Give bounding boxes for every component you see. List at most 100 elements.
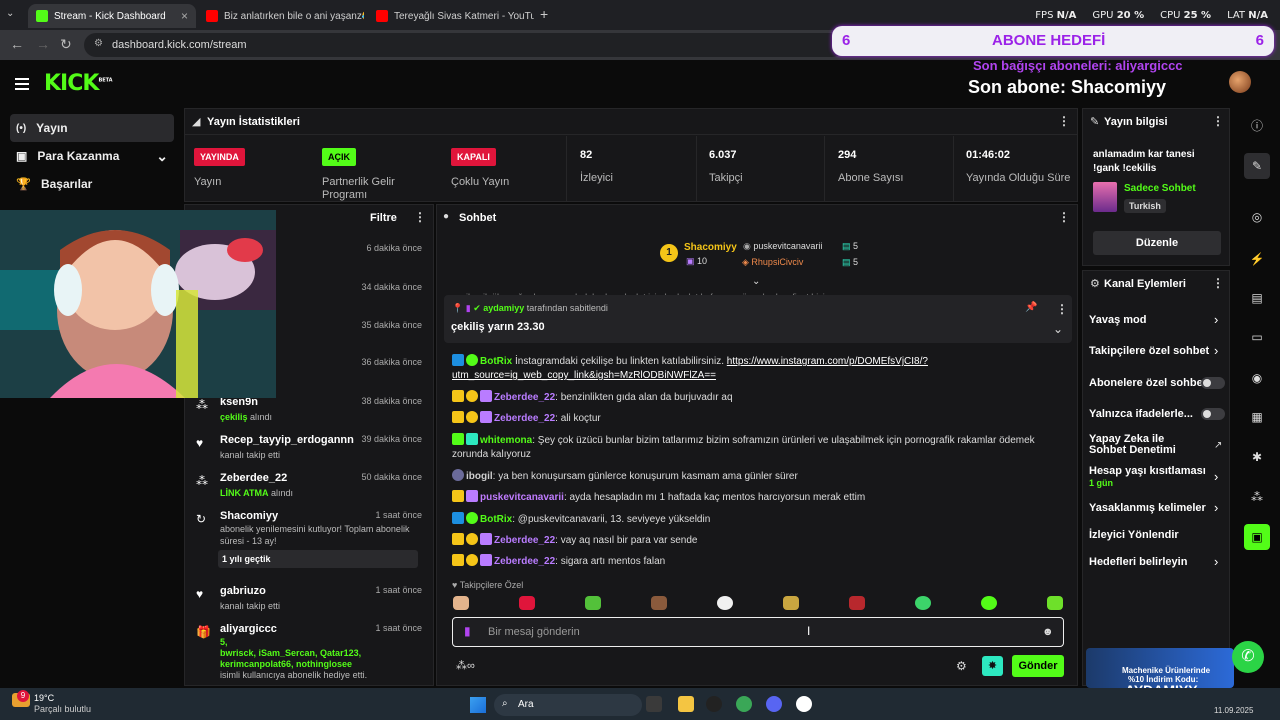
edit-icon[interactable]: ✎ [1244,153,1270,179]
sub-badge-icon [480,411,492,423]
reload-icon[interactable]: ↻ [60,36,72,53]
new-tab-button[interactable]: + [540,6,548,22]
subscriber-goal-bar: 6 ABONE HEDEFİ 6 [832,26,1274,56]
close-icon[interactable]: × [181,9,188,23]
points-icon[interactable]: ⁂ [1244,484,1270,510]
leader-count: ▤ 5 [842,257,859,267]
address-bar[interactable]: dashboard.kick.com/stream [84,33,844,57]
edit-info-button[interactable]: Düzenle [1093,231,1221,255]
emote-icon[interactable] [783,596,799,610]
giveaway-icon: ⁂ [196,474,208,488]
file-explorer-icon[interactable] [678,696,694,712]
emote-icon[interactable] [651,596,667,610]
taskbar-search[interactable] [494,694,642,716]
chevron-down-icon[interactable]: ⌄ [1053,322,1063,336]
emote-icon[interactable] [453,596,469,610]
predictions-icon[interactable]: ✸ [982,656,1003,676]
stat-label: Abone Sayısı [838,172,904,184]
info-icon[interactable]: ⓘ [1244,113,1270,139]
external-link-icon[interactable]: ↗ [1214,440,1222,451]
settings-icon[interactable]: ⚙ [956,659,967,673]
set-goals-item[interactable]: Hedefleri belirleyin [1089,556,1187,568]
chevron-right-icon[interactable]: › [1214,343,1218,358]
emote-icon[interactable] [849,596,865,610]
chevron-right-icon[interactable]: › [1214,469,1218,484]
leader-name[interactable]: RhupsiCivciv [751,257,803,267]
avatar[interactable] [1229,71,1251,93]
leader-name[interactable]: Shacomiyy [684,242,737,253]
slow-mode-item[interactable]: Yavaş mod [1089,314,1146,326]
send-button[interactable]: Gönder [1012,655,1064,677]
emotes-only-toggle[interactable] [1201,408,1225,420]
ai-moderation-item[interactable]: Yapay Zeka ile Sohbet Denetimi [1089,434,1201,456]
points-icon[interactable]: ⁂∞ [456,659,475,672]
tab-youtube-1[interactable]: Biz anlatırken bile o ani yaşanz😂 × [198,4,364,28]
emote-icon[interactable] [585,596,601,610]
unpin-icon[interactable]: 📌 [1025,302,1037,313]
discord-icon[interactable] [766,696,782,712]
chevron-right-icon[interactable]: › [1214,554,1218,569]
expand-leaderboard-icon[interactable]: ⌄ [752,276,760,287]
followers-only-item[interactable]: Takipçilere özel sohbet [1089,345,1209,357]
uptime: 01:46:02 [966,149,1011,161]
sidebar-item-para-kazanma[interactable]: ▣ Para Kazanma ⌄ [10,142,174,170]
whatsapp-icon[interactable]: ✆ [1232,641,1264,673]
emote-icon[interactable] [519,596,535,610]
wrench-icon[interactable]: ✱ [1244,444,1270,470]
app-icon[interactable] [796,696,812,712]
crown-icon [452,390,464,402]
lightning-icon[interactable]: ⚡ [1244,246,1270,272]
rank-icon [466,533,478,545]
chevron-down-icon: ⌄ [156,147,168,164]
layout-icon[interactable]: ▦ [1244,404,1270,430]
leader-row: ◈ RhupsiCivciv [742,257,804,267]
more-options-icon[interactable]: ⋮ [1212,276,1224,290]
category-link[interactable]: Sadece Sohbet [1124,183,1196,194]
windows-start-icon[interactable] [470,697,486,713]
document-icon[interactable]: ▤ [1244,285,1270,311]
back-icon[interactable]: ← [10,36,24,52]
menu-icon[interactable] [15,78,29,90]
emoji-icon[interactable]: ☻ [1042,626,1054,638]
kick-logo[interactable]: KICKBETA [44,71,113,96]
banned-words-item[interactable]: Yasaklanmış kelimeler [1089,502,1206,514]
task-view-icon[interactable] [646,696,662,712]
emote-icon[interactable] [1047,596,1063,610]
account-age-item[interactable]: Hesap yaşı kısıtlaması [1089,465,1206,477]
chevron-right-icon[interactable]: › [1214,312,1218,327]
tab-kick-dashboard[interactable]: Stream - Kick Dashboard × [28,4,196,28]
obs-icon[interactable] [706,696,722,712]
sidebar-item-basarilar[interactable]: 🏆 Başarılar [10,170,174,198]
chat-link[interactable]: utm_source=ig_web_copy_link&igsh=MzRlODB… [452,370,716,381]
more-options-icon[interactable]: ⋮ [1212,114,1224,128]
tab-label: Tereyağlı Sivas Katmeri - YouTube [394,10,534,22]
subscribers-only-toggle[interactable] [1201,377,1225,389]
leaderboard-rank-badge: 1 [660,244,678,262]
divider [184,134,1078,135]
more-options-icon[interactable]: ⋮ [1056,302,1068,316]
forward-icon[interactable]: → [36,36,50,52]
chrome-icon[interactable] [736,696,752,712]
chevron-right-icon[interactable]: › [1214,500,1218,515]
more-options-icon[interactable]: ⋮ [414,210,426,224]
target-icon[interactable]: ◎ [1244,204,1270,230]
tab-list-icon[interactable]: ⌄ [6,8,14,19]
chat-link[interactable]: https://www.instagram.com/p/DOMEfsVjCI8/… [727,356,928,367]
more-options-icon[interactable]: ⋮ [1058,210,1070,224]
more-options-icon[interactable]: ⋮ [1058,114,1070,128]
microphone-icon[interactable]: ▮ [464,624,471,638]
emote-icon[interactable] [915,596,931,610]
kick-app-icon[interactable]: ▣ [1244,524,1270,550]
filter-button[interactable]: Filtre [370,212,397,224]
site-info-icon[interactable]: ⚙ [94,38,103,49]
redirect-viewers-item[interactable]: İzleyici Yönlendir [1089,529,1179,541]
emote-icon[interactable] [981,596,997,610]
broadcast-icon[interactable]: ◉ [1244,365,1270,391]
leader-name[interactable]: puskevitcanavarii [753,241,822,251]
gpu-stat: GPU 20 % [1092,10,1145,21]
chat-message: Zeberdee_22: sigara artı mentos falan [452,554,1072,569]
chat-bubble-icon[interactable]: ▭ [1244,324,1270,350]
tab-youtube-2[interactable]: Tereyağlı Sivas Katmeri - YouTube × [368,4,534,28]
emote-icon[interactable] [717,596,733,610]
sidebar-item-yayin[interactable]: (•) Yayın [10,114,174,142]
